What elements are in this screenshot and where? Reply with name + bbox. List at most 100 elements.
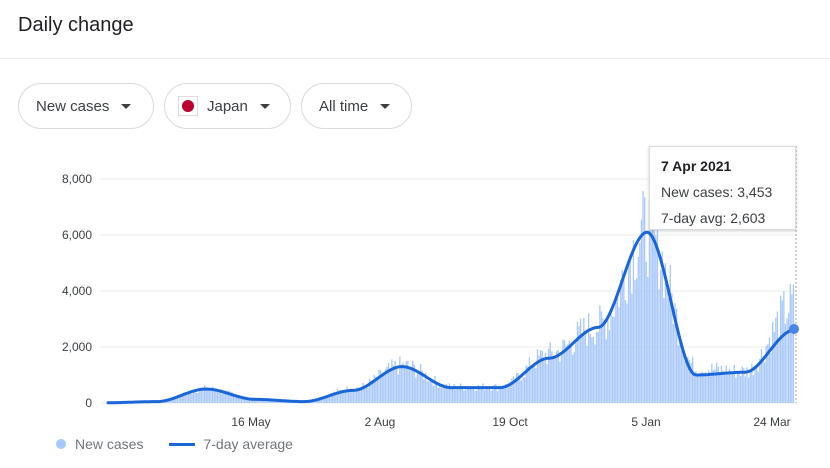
new-cases-bar xyxy=(568,340,571,403)
new-cases-bar xyxy=(472,388,475,403)
new-cases-bar xyxy=(666,287,668,403)
x-tick-label: 19 Oct xyxy=(492,415,528,429)
new-cases-bar xyxy=(602,318,604,403)
new-cases-bar xyxy=(378,369,380,403)
new-cases-bar xyxy=(415,377,417,403)
y-tick-label: 4,000 xyxy=(62,284,92,298)
new-cases-bar xyxy=(733,364,735,403)
new-cases-bar xyxy=(376,378,379,403)
y-tick-label: 6,000 xyxy=(62,228,92,242)
new-cases-bar xyxy=(583,317,585,403)
new-cases-bar xyxy=(528,357,531,403)
new-cases-bar xyxy=(520,380,523,403)
new-cases-bar xyxy=(732,371,734,403)
new-cases-bar xyxy=(484,390,486,403)
new-cases-bar xyxy=(452,387,454,403)
new-cases-bar xyxy=(780,295,782,403)
new-cases-bar xyxy=(423,379,425,403)
y-axis-labels: 0 2,000 4,000 6,000 8,000 xyxy=(62,172,92,410)
new-cases-bar xyxy=(570,346,572,403)
new-cases-bar xyxy=(581,334,583,403)
new-cases-bar xyxy=(730,372,732,403)
new-cases-bar xyxy=(788,312,790,403)
new-cases-bar xyxy=(591,337,593,403)
new-cases-bar xyxy=(464,389,467,403)
new-cases-bar xyxy=(791,294,793,403)
new-cases-bar xyxy=(381,375,383,403)
new-cases-bar xyxy=(389,368,391,403)
new-cases-bar xyxy=(354,392,356,403)
new-cases-bar xyxy=(711,363,713,403)
tooltip-date: 7 Apr 2021 xyxy=(661,158,732,174)
new-cases-bar xyxy=(677,345,679,403)
new-cases-bar xyxy=(647,276,649,403)
new-cases-bar xyxy=(645,261,647,403)
new-cases-bar xyxy=(346,386,348,403)
cases-chart[interactable]: 0 2,000 4,000 6,000 8,000 16 May 2 Aug 19 Oct 5… xyxy=(0,0,830,468)
new-cases-bar xyxy=(698,375,700,403)
new-cases-bar xyxy=(565,345,567,403)
new-cases-bar xyxy=(709,372,711,403)
new-cases-bar xyxy=(628,263,630,403)
new-cases-bar xyxy=(391,359,393,403)
new-cases-bar xyxy=(596,331,598,403)
new-cases-bar xyxy=(605,339,607,403)
new-cases-bar xyxy=(668,297,670,403)
new-cases-bar xyxy=(500,388,502,403)
new-cases-bar xyxy=(716,362,718,403)
new-cases-bar xyxy=(367,387,369,403)
new-cases-bar xyxy=(183,395,185,403)
new-cases-bar xyxy=(540,350,542,403)
new-cases-bar xyxy=(532,366,534,403)
new-cases-bar xyxy=(463,390,465,403)
new-cases-bar xyxy=(724,374,726,403)
new-cases-bar xyxy=(738,372,740,403)
new-cases-bar xyxy=(546,364,548,403)
new-cases-bar xyxy=(639,243,641,403)
new-cases-bar xyxy=(549,342,551,403)
new-cases-bar xyxy=(434,375,436,403)
new-cases-bar xyxy=(760,349,763,403)
new-cases-bar xyxy=(503,388,505,403)
new-cases-bar xyxy=(560,353,563,403)
new-cases-bar xyxy=(336,389,339,403)
new-cases-bar xyxy=(397,374,399,403)
new-cases-bar xyxy=(634,280,636,403)
new-cases-bar xyxy=(205,390,207,403)
new-cases-bar xyxy=(191,393,193,403)
new-cases-bar xyxy=(402,362,404,403)
new-cases-bar xyxy=(362,382,364,403)
new-cases-bar xyxy=(575,342,577,403)
new-cases-bar xyxy=(492,390,494,403)
new-cases-bar xyxy=(613,316,615,403)
x-tick-label: 2 Aug xyxy=(365,415,396,429)
new-cases-bar xyxy=(490,391,492,403)
new-cases-bar xyxy=(778,338,780,403)
new-cases-bar xyxy=(692,357,694,403)
new-cases-legend-swatch xyxy=(56,439,66,449)
new-cases-bar xyxy=(703,375,705,403)
new-cases-bar xyxy=(213,389,215,403)
new-cases-bar xyxy=(663,298,665,403)
new-cases-bar xyxy=(533,365,535,403)
new-cases-bar xyxy=(608,330,611,403)
new-cases-bar xyxy=(488,387,491,403)
new-cases-bar xyxy=(572,354,574,403)
new-cases-bar xyxy=(400,364,403,403)
new-cases-bar xyxy=(530,369,532,403)
new-cases-bar xyxy=(468,389,470,403)
new-cases-bar xyxy=(197,392,199,403)
new-cases-bar xyxy=(573,351,575,403)
new-cases-bar xyxy=(485,387,487,403)
new-cases-bar xyxy=(404,368,406,403)
new-cases-bar xyxy=(440,387,443,403)
tooltip-new-cases: New cases: 3,453 xyxy=(661,184,773,200)
chart-legend: New cases 7-day average xyxy=(56,436,293,452)
new-cases-bar xyxy=(418,371,420,403)
new-cases-bar xyxy=(349,392,351,403)
new-cases-bar xyxy=(351,391,353,403)
new-cases-bar xyxy=(735,377,737,403)
new-cases-bar xyxy=(535,368,537,403)
new-cases-bar xyxy=(559,361,561,403)
new-cases-bar xyxy=(624,300,627,403)
